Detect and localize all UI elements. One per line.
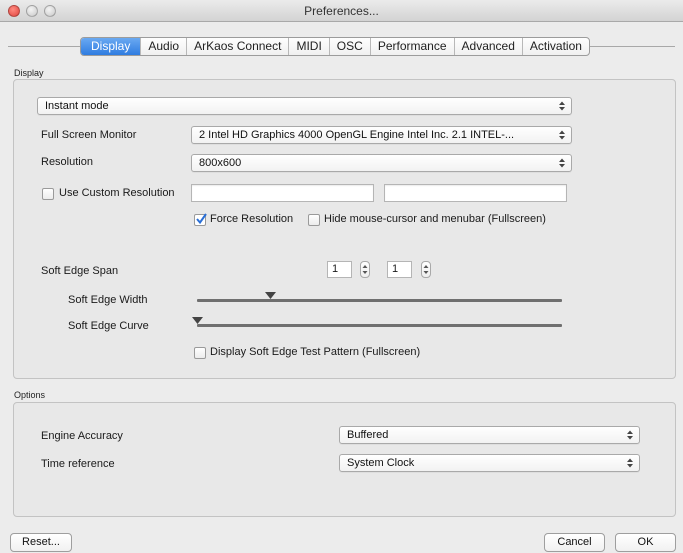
- display-group: [13, 79, 676, 379]
- tab-arkaos-connect[interactable]: ArKaos Connect: [186, 38, 288, 55]
- soft-edge-span-field-2[interactable]: 1: [387, 261, 412, 278]
- test-pattern-label: Display Soft Edge Test Pattern (Fullscre…: [210, 346, 421, 358]
- soft-edge-span-field-1[interactable]: 1: [327, 261, 352, 278]
- display-mode-value: Instant mode: [45, 100, 109, 112]
- force-resolution-checkbox[interactable]: [194, 213, 207, 226]
- resolution-label: Resolution: [41, 156, 93, 168]
- custom-height-field[interactable]: [384, 184, 567, 202]
- slider-track: [197, 324, 562, 327]
- tab-performance[interactable]: Performance: [369, 38, 454, 55]
- soft-edge-span-label: Soft Edge Span: [41, 265, 119, 277]
- use-custom-resolution-checkbox[interactable]: [42, 188, 54, 200]
- tab-display[interactable]: Display: [81, 38, 141, 55]
- options-group-label: Options: [14, 390, 46, 400]
- slider-thumb-icon[interactable]: [264, 292, 276, 300]
- engine-accuracy-value: Buffered: [347, 429, 389, 441]
- stepper-arrows-icon: [423, 265, 429, 274]
- force-resolution-label: Force Resolution: [210, 213, 294, 225]
- tab-advanced[interactable]: Advanced: [453, 38, 522, 55]
- soft-edge-curve-label: Soft Edge Curve: [68, 320, 149, 332]
- popup-arrows-icon: [558, 156, 566, 170]
- tab-osc[interactable]: OSC: [328, 38, 370, 55]
- checkmark-icon: [196, 213, 207, 225]
- cancel-button[interactable]: Cancel: [544, 533, 605, 552]
- tab-midi[interactable]: MIDI: [288, 38, 328, 55]
- use-custom-resolution-label: Use Custom Resolution: [59, 187, 175, 199]
- slider-thumb-icon[interactable]: [191, 317, 203, 325]
- stepper-arrows-icon: [362, 265, 368, 274]
- hide-cursor-checkbox[interactable]: [308, 214, 320, 226]
- resolution-value: 800x600: [199, 157, 242, 169]
- slider-track: [197, 299, 562, 302]
- popup-arrows-icon: [558, 99, 566, 113]
- popup-arrows-icon: [626, 428, 634, 442]
- test-pattern-checkbox[interactable]: [194, 347, 206, 359]
- soft-edge-curve-slider[interactable]: [191, 317, 562, 331]
- popup-arrows-icon: [626, 456, 634, 470]
- time-reference-popup[interactable]: System Clock: [339, 454, 640, 472]
- engine-accuracy-label: Engine Accuracy: [41, 430, 123, 442]
- display-group-label: Display: [14, 68, 44, 78]
- tab-bar: Display Audio ArKaos Connect MIDI OSC Pe…: [80, 37, 590, 56]
- ok-button[interactable]: OK: [615, 533, 676, 552]
- full-screen-monitor-value: 2 Intel HD Graphics 4000 OpenGL Engine I…: [199, 129, 515, 141]
- display-mode-popup[interactable]: Instant mode: [37, 97, 572, 115]
- resolution-popup[interactable]: 800x600: [191, 154, 572, 172]
- soft-edge-span-stepper-1[interactable]: [360, 261, 370, 278]
- tab-activation[interactable]: Activation: [521, 38, 589, 55]
- full-screen-monitor-label: Full Screen Monitor: [41, 129, 137, 141]
- time-reference-value: System Clock: [347, 457, 415, 469]
- soft-edge-width-label: Soft Edge Width: [68, 294, 148, 306]
- popup-arrows-icon: [558, 128, 566, 142]
- soft-edge-span-stepper-2[interactable]: [421, 261, 431, 278]
- tab-audio[interactable]: Audio: [140, 38, 186, 55]
- hide-cursor-label: Hide mouse-cursor and menubar (Fullscree…: [324, 213, 546, 225]
- full-screen-monitor-popup[interactable]: 2 Intel HD Graphics 4000 OpenGL Engine I…: [191, 126, 572, 144]
- engine-accuracy-popup[interactable]: Buffered: [339, 426, 640, 444]
- window-title: Preferences...: [304, 4, 379, 18]
- reset-button[interactable]: Reset...: [10, 533, 72, 552]
- soft-edge-width-slider[interactable]: [197, 292, 562, 306]
- custom-width-field[interactable]: [191, 184, 374, 202]
- time-reference-label: Time reference: [41, 458, 115, 470]
